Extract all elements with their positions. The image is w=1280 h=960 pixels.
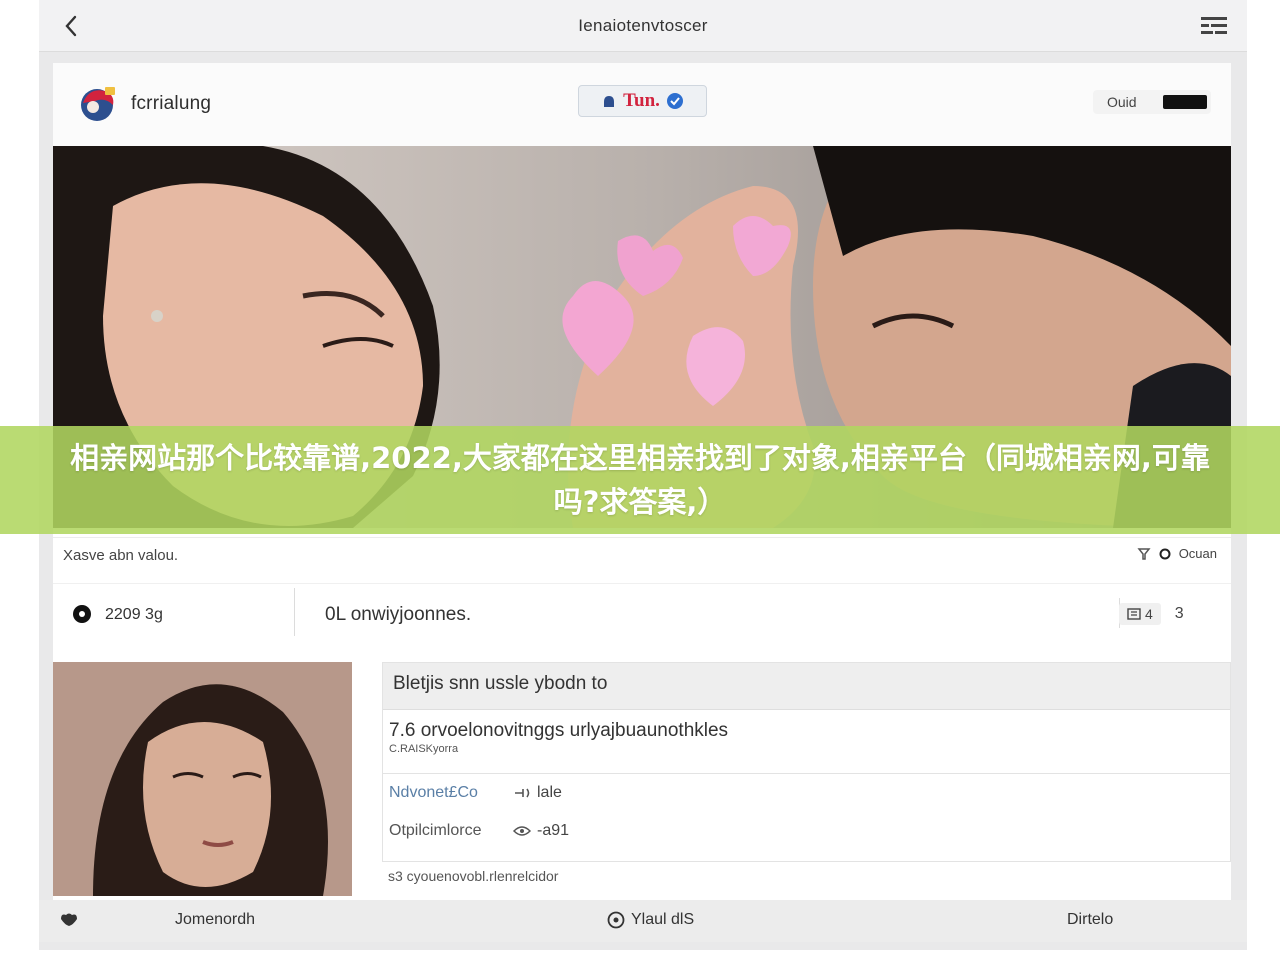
woman-portrait xyxy=(53,662,352,896)
info-row: Xasve abn valou. Ocuan xyxy=(53,537,1231,569)
info-row-text: Xasve abn valou. xyxy=(63,547,179,564)
heart-chat-icon xyxy=(61,913,77,926)
hand-icon xyxy=(604,96,615,107)
nav-tab-1[interactable]: Jomenordh xyxy=(175,911,255,929)
details-subline-small: C.RAISKyorra xyxy=(389,743,459,755)
profile-stats: 4 3 xyxy=(1119,600,1209,628)
divider xyxy=(294,588,295,636)
menu-button[interactable] xyxy=(1199,14,1229,36)
headline-text: 相亲网站那个比较靠谱,2022,大家都在这里相亲找到了对象,相亲平台（同城相亲网… xyxy=(70,441,1210,519)
detail-value: lale xyxy=(513,784,562,802)
account-button[interactable]: Ouid xyxy=(1093,90,1211,114)
detail-value-text: lale xyxy=(537,784,562,801)
nav-tab-3[interactable]: Dirtelo xyxy=(1067,911,1113,929)
distance-text: 2209 3g xyxy=(105,606,163,623)
list-count-chip[interactable]: 4 xyxy=(1119,603,1161,625)
headline-banner: 相亲网站那个比较靠谱,2022,大家都在这里相亲找到了对象,相亲平台（同城相亲网… xyxy=(0,426,1280,534)
messages-icon xyxy=(607,911,625,929)
list-count: 4 xyxy=(1145,606,1153,622)
brand-logo-icon[interactable] xyxy=(75,83,119,123)
nav-tab-3-label: Dirtelo xyxy=(1067,911,1114,928)
info-row-actions: Ocuan xyxy=(1137,546,1217,561)
window-title: Ienaiotenvtoscer xyxy=(578,16,708,35)
distance-item[interactable]: 2209 3g xyxy=(71,604,163,626)
info-row-right-text[interactable]: Ocuan xyxy=(1179,546,1217,561)
menu-grid-icon xyxy=(1201,17,1227,34)
detail-row: Otpilcimlorce -a91 xyxy=(383,812,1230,850)
center-badge[interactable]: Tun. xyxy=(578,85,707,117)
list-icon xyxy=(1127,608,1141,620)
second-count[interactable]: 3 xyxy=(1175,605,1184,623)
details-subline-main: 7.6 orvoelonovitnggs urlyajbuaunothkles xyxy=(389,720,729,741)
top-bar: Ienaiotenvtoscer xyxy=(39,0,1247,52)
detail-value: -a91 xyxy=(513,822,569,840)
detail-row: Ndvonet£Co lale xyxy=(383,774,1230,812)
bottom-nav: Jomenordh Ylaul dlS Dirtelo xyxy=(39,900,1247,942)
detail-key: Ndvonet£Co xyxy=(389,784,478,801)
shield-icon xyxy=(666,93,683,109)
nav-home-button[interactable] xyxy=(59,911,79,927)
profile-title: 0L onwiyjoonnes. xyxy=(325,604,472,625)
filter-icon[interactable] xyxy=(1137,547,1151,561)
key-icon xyxy=(515,788,530,798)
location-row: 2209 3g 0L onwiyjoonnes. 4 3 xyxy=(53,583,1231,651)
detail-value-text: -a91 xyxy=(537,822,570,839)
site-header: fcrrialung Tun. Ouid xyxy=(53,63,1231,146)
account-name-redacted xyxy=(1163,95,1207,109)
detail-key: Otpilcimlorce xyxy=(389,822,482,839)
details-heading: Bletjis snn ussle ybodn to xyxy=(383,663,1230,710)
nav-tab-1-label: Jomenordh xyxy=(175,911,256,928)
account-label: Ouid xyxy=(1107,94,1137,110)
profile-photo[interactable] xyxy=(53,662,352,896)
nav-tab-2[interactable]: Ylaul dlS xyxy=(607,911,694,929)
eye-icon xyxy=(513,826,531,836)
details-footer: s3 cyouenovobl.rlenrelcidor xyxy=(388,868,559,884)
circle-icon[interactable] xyxy=(1159,548,1171,560)
location-pin-icon xyxy=(73,605,91,623)
details-panel: Bletjis snn ussle ybodn to 7.6 orvoelono… xyxy=(382,662,1231,862)
center-badge-label: Tun. xyxy=(623,90,660,111)
details-subline: 7.6 orvoelonovitnggs urlyajbuaunothkles … xyxy=(383,710,1230,774)
brand-name[interactable]: fcrrialung xyxy=(131,93,211,115)
nav-tab-2-label: Ylaul dlS xyxy=(631,911,695,928)
